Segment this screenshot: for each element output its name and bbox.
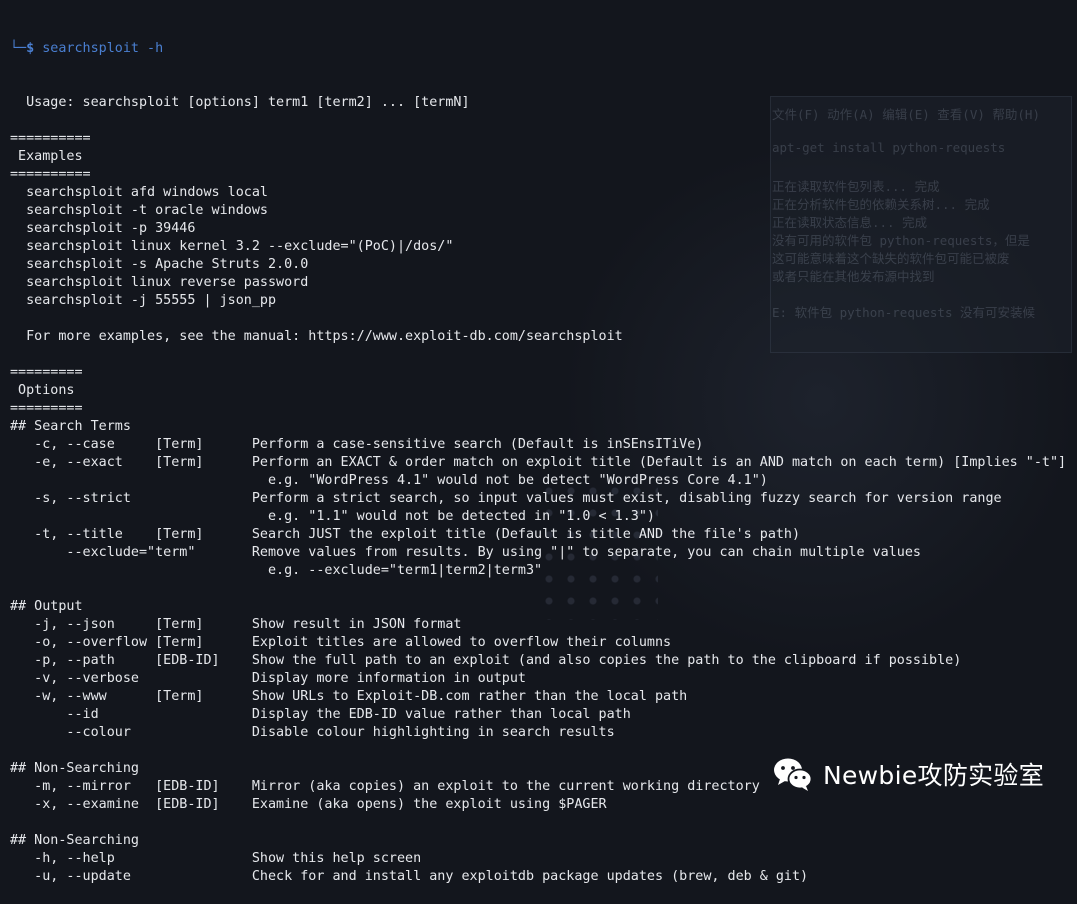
- terminal-line: Options: [10, 383, 75, 398]
- terminal-line: -s, --strict Perform a strict search, so…: [10, 491, 1002, 506]
- terminal-line: e.g. "WordPress 4.1" would not be detect…: [10, 473, 768, 488]
- prompt-symbol: $: [26, 41, 35, 56]
- terminal-line: e.g. --exclude="term1|term2|term3": [10, 563, 543, 578]
- prompt-line: └─$ searchsploit -h: [10, 40, 1066, 58]
- prompt-command: searchsploit -h: [42, 41, 164, 56]
- terminal-line: For more examples, see the manual: https…: [10, 329, 623, 344]
- terminal-line: -x, --examine [EDB-ID] Examine (aka open…: [10, 797, 607, 812]
- terminal-line: -u, --update Check for and install any e…: [10, 869, 809, 884]
- terminal-line: ## Non-Searching: [10, 833, 139, 848]
- terminal-line: searchsploit linux reverse password: [10, 275, 309, 290]
- terminal-line: -v, --verbose Display more information i…: [10, 671, 526, 686]
- terminal-line: =========: [10, 365, 83, 380]
- terminal-line: searchsploit afd windows local: [10, 185, 268, 200]
- terminal-line: searchsploit -t oracle windows: [10, 203, 268, 218]
- watermark: Newbie攻防实验室: [771, 752, 1044, 796]
- terminal-line: searchsploit linux kernel 3.2 --exclude=…: [10, 239, 454, 254]
- terminal-line: ==========: [10, 131, 91, 146]
- terminal-line: --id Display the EDB-ID value rather tha…: [10, 707, 631, 722]
- terminal-line: -t, --title [Term] Search JUST the explo…: [10, 527, 801, 542]
- terminal-line: searchsploit -p 39446: [10, 221, 196, 236]
- terminal-line: ==========: [10, 167, 91, 182]
- terminal-line: Examples: [10, 149, 83, 164]
- terminal-line: e.g. "1.1" would not be detected in "1.0…: [10, 509, 655, 524]
- prompt-corner: └─: [10, 41, 27, 56]
- terminal-line: -o, --overflow [Term] Exploit titles are…: [10, 635, 672, 650]
- terminal-line: -c, --case [Term] Perform a case-sensiti…: [10, 437, 704, 452]
- terminal-line: ## Output: [10, 599, 83, 614]
- terminal-line: -j, --json [Term] Show result in JSON fo…: [10, 617, 462, 632]
- terminal-line: --exclude="term" Remove values from resu…: [10, 545, 921, 560]
- terminal-line: searchsploit -j 55555 | json_pp: [10, 293, 277, 308]
- terminal-line: --colour Disable colour highlighting in …: [10, 725, 615, 740]
- terminal-line: -h, --help Show this help screen: [10, 851, 422, 866]
- terminal-line: -p, --path [EDB-ID] Show the full path t…: [10, 653, 962, 668]
- wechat-logo-icon: [774, 758, 813, 791]
- terminal-line: searchsploit -s Apache Struts 2.0.0: [10, 257, 309, 272]
- watermark-text: Newbie攻防实验室: [823, 761, 1045, 790]
- terminal-line: -e, --exact [Term] Perform an EXACT & or…: [10, 455, 1067, 470]
- terminal-line: ## Search Terms: [10, 419, 131, 434]
- terminal-line: -w, --www [Term] Show URLs to Exploit-DB…: [10, 689, 688, 704]
- terminal-line: =========: [10, 401, 83, 416]
- terminal-line: Usage: searchsploit [options] term1 [ter…: [10, 95, 470, 110]
